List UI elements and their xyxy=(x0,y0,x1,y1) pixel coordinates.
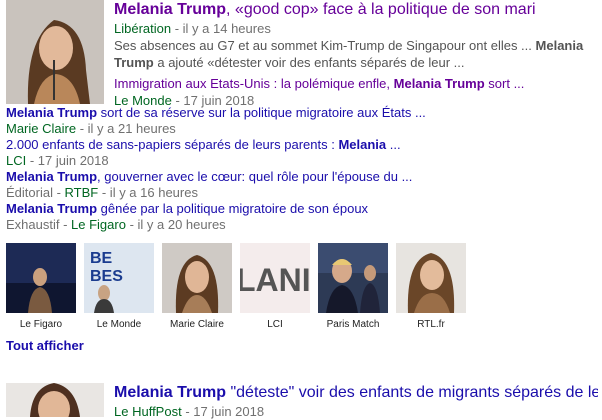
image-caption: Le Figaro xyxy=(19,319,63,330)
image-caption: LCI xyxy=(267,319,283,330)
related-title-part[interactable]: Immigration aux Etats-Unis : la polémiqu… xyxy=(114,76,394,91)
second-story-meta: Le HuffPost - 17 juin 2018 xyxy=(114,403,598,420)
source-name: RTBF xyxy=(64,185,99,200)
second-story-body: Melania Trump "déteste" voir des enfants… xyxy=(114,383,598,420)
list-item-meta: LCI - 17 juin 2018 xyxy=(6,153,598,169)
headline-rest[interactable]: , «good cop» face à la politique de son … xyxy=(226,1,536,18)
snippet-bold: Trump xyxy=(114,55,154,70)
timestamp: - 17 juin 2018 xyxy=(26,153,109,168)
image-tile[interactable]: LANI LCI xyxy=(240,243,310,331)
list-item: Melania Trump gênée par la politique mig… xyxy=(6,201,598,233)
top-story: Melania Trump, «good cop» face à la poli… xyxy=(6,0,598,108)
show-all-link[interactable]: Tout afficher xyxy=(6,338,84,353)
image-tile[interactable]: Le Figaro xyxy=(6,243,76,331)
svg-text:BES: BES xyxy=(90,268,123,285)
image-caption: RTL.fr xyxy=(417,319,445,330)
category-label: Exhaustif - xyxy=(6,217,72,232)
title-bold[interactable]: Melania Trump xyxy=(6,105,97,120)
news-image[interactable] xyxy=(6,243,76,313)
news-image[interactable]: LANI xyxy=(240,243,310,313)
list-item-meta: Exhaustif - Le Figaro - il y a 20 heures xyxy=(6,217,598,233)
news-image[interactable] xyxy=(318,243,388,313)
timestamp: - il y a 14 heures xyxy=(171,21,271,36)
snippet-bold: Melania xyxy=(535,38,584,53)
source-name: Le Figaro xyxy=(71,217,126,232)
headline-rest[interactable]: "déteste" voir des enfants de migrants s… xyxy=(226,384,598,401)
second-story-headline[interactable]: Melania Trump "déteste" voir des enfants… xyxy=(114,383,598,403)
list-item: Melania Trump, gouverner avec le cœur: q… xyxy=(6,169,598,201)
snippet-text: Ses absences au G7 et au sommet Kim-Trum… xyxy=(114,38,532,53)
second-story-thumbnail[interactable] xyxy=(6,383,104,417)
timestamp: - il y a 21 heures xyxy=(76,121,176,136)
snippet-text: a ajouté «détester voir des enfants sépa… xyxy=(153,55,465,70)
title-rest[interactable]: , gouverner avec le cœur: quel rôle pour… xyxy=(97,169,412,184)
top-story-headline[interactable]: Melania Trump, «good cop» face à la poli… xyxy=(114,0,598,20)
image-tile[interactable]: BE BES Le Monde xyxy=(84,243,154,331)
list-item: Melania Trump sort de sa réserve sur la … xyxy=(6,105,598,137)
title-rest[interactable]: 2.000 enfants de sans-papiers séparés de… xyxy=(6,137,338,152)
top-story-body: Melania Trump, «good cop» face à la poli… xyxy=(114,0,598,109)
list-item-title[interactable]: 2.000 enfants de sans-papiers séparés de… xyxy=(6,137,598,153)
title-rest[interactable]: gênée par la politique migratoire de son… xyxy=(97,201,368,216)
svg-text:BE: BE xyxy=(90,250,113,267)
headline-bold[interactable]: Melania Trump xyxy=(114,384,226,401)
related-title-bold[interactable]: Melania Trump xyxy=(394,76,485,91)
related-news-list: Melania Trump sort de sa réserve sur la … xyxy=(6,105,598,233)
list-item-meta: Marie Claire - il y a 21 heures xyxy=(6,121,598,137)
title-rest[interactable]: ... xyxy=(386,137,401,152)
top-story-thumbnail[interactable] xyxy=(6,0,104,104)
snippet-line-2: Trump a ajouté «détester voir des enfant… xyxy=(114,54,598,71)
list-item: 2.000 enfants de sans-papiers séparés de… xyxy=(6,137,598,169)
news-image[interactable] xyxy=(162,243,232,313)
news-image[interactable]: BE BES xyxy=(84,243,154,313)
image-tile[interactable]: Marie Claire xyxy=(162,243,232,331)
timestamp: - il y a 20 heures xyxy=(125,217,226,232)
source-name: LCI xyxy=(6,153,27,168)
news-image[interactable] xyxy=(396,243,466,313)
related-title-part[interactable]: sort ... xyxy=(485,76,524,91)
melania-portrait-image xyxy=(6,0,104,104)
image-tile[interactable]: RTL.fr xyxy=(396,243,466,331)
source-name: Marie Claire xyxy=(6,121,77,136)
title-rest[interactable]: sort de sa réserve sur la politique migr… xyxy=(97,105,426,120)
list-item-title[interactable]: Melania Trump sort de sa réserve sur la … xyxy=(6,105,598,121)
image-caption: Paris Match xyxy=(326,319,380,330)
image-caption: Le Monde xyxy=(96,319,142,330)
image-tile[interactable]: Paris Match xyxy=(318,243,388,331)
list-item-title[interactable]: Melania Trump, gouverner avec le cœur: q… xyxy=(6,169,598,185)
image-caption: Marie Claire xyxy=(170,319,224,330)
timestamp: - il y a 16 heures xyxy=(98,185,198,200)
title-bold[interactable]: Melania Trump xyxy=(6,169,97,184)
category-label: Éditorial - xyxy=(6,185,65,200)
svg-text:LANI: LANI xyxy=(240,262,310,298)
related-story-title[interactable]: Immigration aux Etats-Unis : la polémiqu… xyxy=(114,75,598,92)
headline-bold[interactable]: Melania Trump xyxy=(114,1,226,18)
image-carousel: Le Figaro BE BES Le Monde Marie Claire LA… xyxy=(6,243,466,331)
title-bold[interactable]: Melania Trump xyxy=(6,201,97,216)
list-item-title[interactable]: Melania Trump gênée par la politique mig… xyxy=(6,201,598,217)
top-story-meta: Libération - il y a 14 heures xyxy=(114,20,598,37)
snippet-line-1: Ses absences au G7 et au sommet Kim-Trum… xyxy=(114,37,598,54)
source-name: Libération xyxy=(114,21,172,36)
title-bold[interactable]: Melania xyxy=(338,137,386,152)
list-item-meta: Éditorial - RTBF - il y a 16 heures xyxy=(6,185,598,201)
